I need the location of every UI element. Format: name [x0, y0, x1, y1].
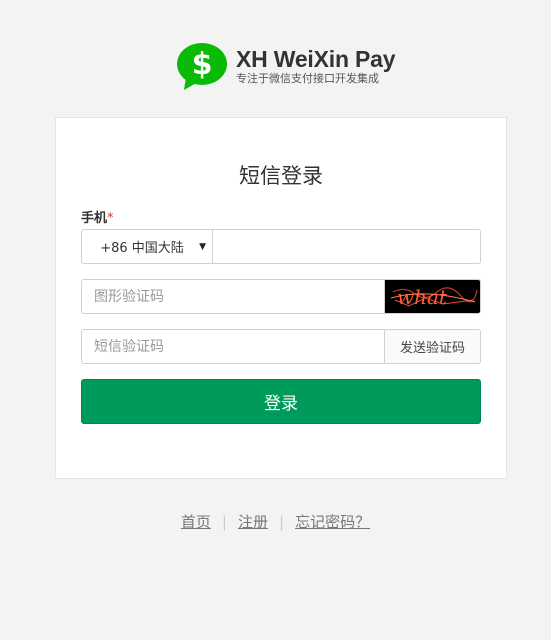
- footer-links: 首页 | 注册 | 忘记密码？: [0, 511, 551, 532]
- brand-title: XH WeiXin Pay: [236, 46, 396, 72]
- send-code-button[interactable]: 发送验证码: [384, 330, 480, 363]
- login-button[interactable]: 登录: [81, 379, 481, 424]
- brand-subtitle: 专注于微信支付接口开发集成: [236, 72, 379, 85]
- page-title: 短信登录: [239, 164, 323, 188]
- forgot-password-link[interactable]: 忘记密码？: [295, 511, 370, 532]
- brand-header: $ XH WeiXin Pay 专注于微信支付接口开发集成: [176, 42, 396, 92]
- sms-field-group: 发送验证码: [81, 329, 481, 364]
- captcha-input[interactable]: [82, 280, 384, 313]
- phone-label-text: 手机: [81, 211, 108, 226]
- separator: |: [221, 512, 227, 531]
- phone-input[interactable]: [213, 230, 480, 263]
- captcha-field-group: what: [81, 279, 481, 314]
- caret-down-icon: ▼: [199, 242, 206, 252]
- sms-code-input[interactable]: [82, 330, 384, 363]
- dollar-chat-icon: $: [176, 42, 230, 92]
- separator: |: [279, 512, 285, 531]
- captcha-text: what: [397, 285, 448, 309]
- phone-label: 手机*: [81, 207, 114, 226]
- login-card: 短信登录 手机* +86 中国大陆 ▼ what 发送验证码 登录: [55, 117, 507, 479]
- country-code-select[interactable]: +86 中国大陆 ▼: [82, 230, 213, 263]
- required-mark: *: [107, 211, 114, 226]
- phone-field-group: +86 中国大陆 ▼: [81, 229, 481, 264]
- svg-text:$: $: [192, 47, 213, 82]
- register-link[interactable]: 注册: [238, 511, 268, 532]
- country-code-value: +86 中国大陆: [100, 241, 184, 256]
- captcha-image[interactable]: what: [384, 280, 480, 313]
- home-link[interactable]: 首页: [181, 511, 211, 532]
